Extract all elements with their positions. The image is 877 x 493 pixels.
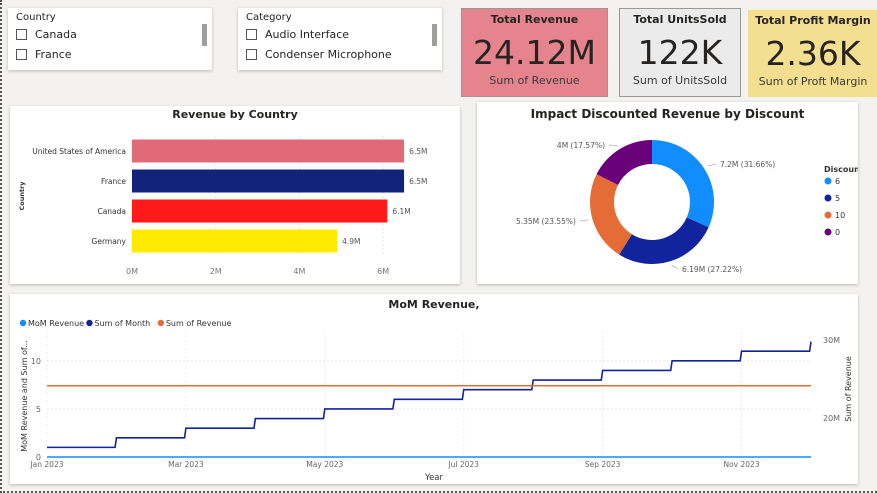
revenue-by-country-chart[interactable]: Revenue by Country 0M 2M 4M 6M United States… [10,106,460,284]
discount-donut-chart[interactable]: Impact Discounted Revenue by Discount 7.… [477,102,858,284]
kpi-subtitle: Sum of UnitsSold [632,74,728,87]
kpi-subtitle: Sum of Proft Margin [758,75,868,88]
legend-marker [824,228,832,236]
data-label: 6.5M [409,147,427,156]
series-line [47,341,812,449]
category-slicer[interactable]: Category Audio Interface Condenser Micro… [238,8,442,70]
right-axis-label: Sum of Revenue [844,356,853,422]
country-option-canada[interactable]: Canada [16,28,77,41]
leader-line [608,144,618,147]
legend-label: 10 [835,211,845,220]
x-tick-label: Sep 2023 [585,460,621,469]
kpi-subtitle: Sum of Revenue [489,74,580,87]
bar [132,229,338,253]
kpi-card-total-revenue[interactable]: Total Revenue 24.12M Sum of Revenue [461,8,608,97]
legend-label: Sum of Revenue [166,319,232,328]
category-label: Canada [97,207,126,216]
kpi-card-total-profit-margin[interactable]: Total Profit Margin 2.36K Sum of Proft M… [748,10,877,97]
category-label: United States of America [32,147,126,156]
donut-slice [619,217,709,264]
leader-line [579,219,589,222]
category-option-condenser-microphone[interactable]: Condenser Microphone [246,48,392,61]
data-label: 4.9M [342,237,360,246]
mom-revenue-chart[interactable]: MoM Revenue, MoM Revenue Sum of Month Sum … [10,294,858,484]
kpi-value: 24.12M [473,33,596,72]
legend-marker [157,319,165,327]
bar-chart-svg: 0M 2M 4M 6M United States of America 6.5M Fran… [18,136,427,276]
donut-slice [590,174,632,255]
left-axis-label: MoM Revenue and Sum of... [20,340,29,451]
checkbox-icon[interactable] [246,49,257,60]
x-tick-label: May 2023 [306,460,343,469]
country-option-label: Canada [35,28,77,41]
slice-label: 7.2M (31.66%) [720,160,775,169]
legend-label: Sum of Month [94,319,150,328]
kpi-title: Total UnitsSold [633,13,727,26]
legend-label: 5 [835,194,840,203]
x-axis-label: Year [424,473,444,483]
slice-label: 5.35M (23.55%) [516,217,576,226]
checkbox-icon[interactable] [246,29,257,40]
x-tick-label: Mar 2023 [168,460,204,469]
x-tick-label: 6M [377,267,389,276]
country-slicer-title: Country [16,12,56,23]
country-option-label: France [35,48,72,61]
donut-chart-svg: 7.2M (31.66%) 6.19M (27.22%) 5.35M (23.55%… [516,140,858,274]
left-tick-label: 10 [31,357,41,366]
x-tick-label: Jan 2023 [29,460,63,469]
legend-label: 0 [835,228,840,237]
category-slicer-title: Category [246,12,292,23]
legend-marker [19,319,27,327]
kpi-value: 122K [637,33,723,72]
checkbox-icon[interactable] [16,49,27,60]
report-canvas: Country Canada France Category Audio Int… [0,0,877,493]
legend-marker [824,177,832,185]
country-option-france[interactable]: France [16,48,72,61]
x-tick-label: 4M [293,267,305,276]
legend-title: Discount [824,165,858,174]
category-option-audio-interface[interactable]: Audio Interface [246,28,349,41]
checkbox-icon[interactable] [16,29,27,40]
category-option-label: Audio Interface [265,28,350,41]
donut-slice [652,140,714,228]
slicer-scrollbar[interactable] [432,24,437,46]
leader-line [707,163,717,167]
line-chart-svg: MoM Revenue Sum of Month Sum of Revenue051… [19,319,853,483]
slicer-scrollbar[interactable] [202,24,207,46]
right-tick-label: 20M [823,414,840,423]
data-label: 6.5M [409,177,427,186]
slice-label: 4M (17.57%) [557,141,605,150]
legend-label: 6 [835,177,840,186]
left-tick-label: 5 [36,405,41,414]
leader-line [671,264,679,270]
y-axis-label: Country [18,181,26,211]
data-label: 6.1M [392,207,410,216]
bar [132,169,405,193]
slice-label: 6.19M (27.22%) [682,265,742,274]
bar [132,199,388,223]
kpi-card-total-units-sold[interactable]: Total UnitsSold 122K Sum of UnitsSold [619,8,741,97]
x-tick-label: Nov 2023 [723,460,759,469]
legend-marker [824,194,832,202]
kpi-value: 2.36K [765,34,861,73]
legend-marker [86,319,93,327]
x-tick-label: 0M [126,267,138,276]
category-option-label: Condenser Microphone [265,48,392,61]
bar [132,139,405,163]
x-tick-label: 2M [210,267,222,276]
category-label: Germany [92,237,127,246]
legend-label: MoM Revenue [28,319,84,328]
category-label: France [101,177,126,186]
country-slicer[interactable]: Country Canada France [8,8,212,70]
x-tick-label: Jul 2023 [447,460,479,469]
right-tick-label: 30M [823,336,840,345]
legend-marker [824,211,832,219]
kpi-title: Total Profit Margin [755,14,871,27]
kpi-title: Total Revenue [490,13,579,26]
